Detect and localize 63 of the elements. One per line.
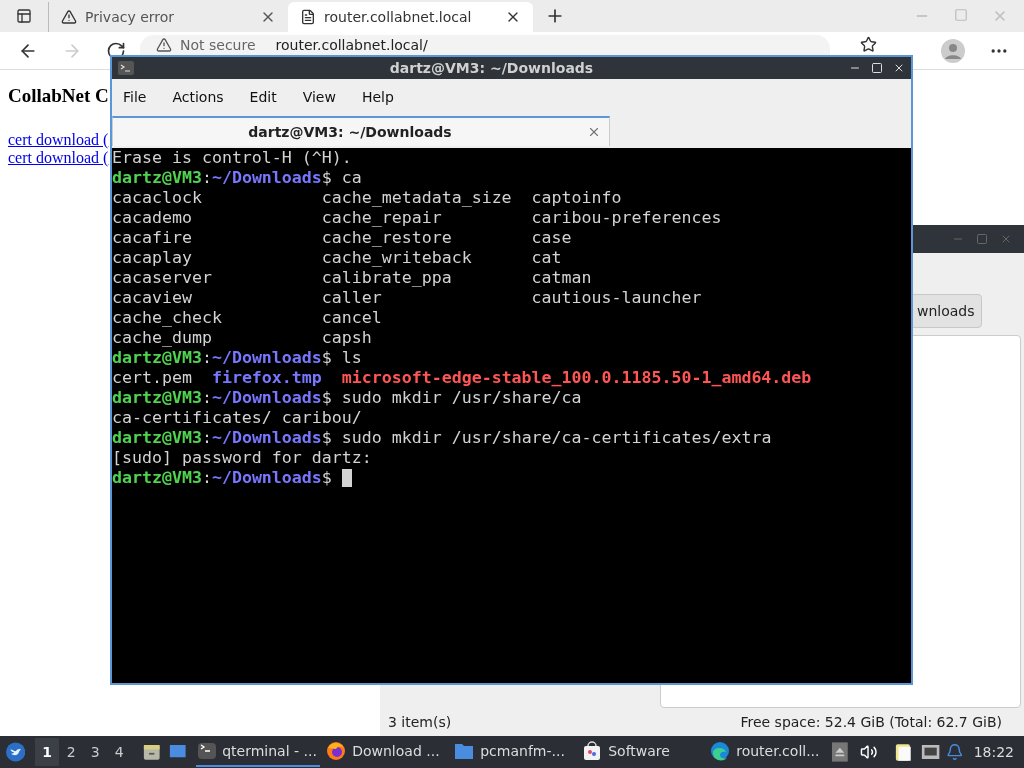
terminal-line: [sudo] password for dartz:	[112, 448, 372, 468]
task-button[interactable]: router.coll...	[708, 737, 833, 767]
terminal-line: dartz@VM3:~/Downloads$ sudo mkdir /usr/share/ca-certificates/extra	[112, 428, 772, 448]
path-button[interactable]: wnloads	[910, 294, 982, 328]
terminal-line: cacaclock cache_metadata_size captoinfo	[112, 188, 622, 208]
url-text: router.collabnet.local/	[275, 36, 428, 54]
terminal-line: cacaview caller cautious-launcher	[112, 288, 702, 308]
terminal-line: dartz@VM3:~/Downloads$ ca	[112, 168, 362, 188]
security-label: Not secure	[180, 36, 256, 54]
terminal-line: cacaplay cache_writeback cat	[112, 248, 562, 268]
terminal-line: cacafire cache_restore case	[112, 228, 572, 248]
folder-icon	[454, 742, 475, 760]
terminal-icon	[198, 743, 217, 759]
task-button[interactable]: pcmanfm-...	[452, 737, 577, 767]
warning-icon	[156, 37, 172, 53]
edge-icon	[710, 741, 731, 761]
terminal-icon	[118, 61, 134, 75]
menu-item[interactable]: Actions	[171, 87, 225, 108]
task-button[interactable]: qterminal - ...	[196, 737, 321, 767]
task-button[interactable]: Download ...	[324, 737, 449, 767]
workspace-button[interactable]: 2	[59, 738, 84, 766]
terminal-line: dartz@VM3:~/Downloads$	[112, 468, 333, 488]
menu-item[interactable]: Edit	[248, 87, 278, 108]
workspace-button[interactable]: 1	[35, 738, 60, 766]
workspace-button[interactable]: 4	[107, 738, 132, 766]
terminal-line: dartz@VM3:~/Downloads$ ls	[112, 348, 362, 368]
address-field[interactable]: Not secure router.collabnet.local/	[140, 35, 830, 55]
file-cabinet-icon[interactable]	[143, 742, 161, 762]
download-link[interactable]: cert download (	[8, 148, 109, 167]
terminal-line: Erase is control-H (^H).	[112, 148, 352, 168]
item-count: 3 item(s)	[388, 712, 452, 732]
volume-icon[interactable]	[859, 742, 878, 762]
clock: 18:22	[973, 742, 1014, 762]
profile-icon[interactable]	[941, 38, 965, 63]
tab-actions-icon[interactable]	[16, 8, 32, 24]
browser-icon	[326, 741, 347, 761]
download-link[interactable]: cert download (	[8, 130, 109, 149]
workspace-button[interactable]: 3	[83, 738, 108, 766]
terminal-line: cert.pem firefox.tmp microsoft-edge-stable_100.0.1185.50-1_amd64.deb	[112, 368, 812, 388]
close-icon[interactable]	[893, 62, 905, 74]
bird-icon[interactable]	[6, 741, 26, 763]
terminal-line: cacademo cache_repair caribou-preferences	[112, 208, 722, 228]
favorites-icon[interactable]	[860, 36, 877, 53]
terminal-tab[interactable]: dartz@VM3: ~/Downloads	[112, 116, 610, 146]
task-button[interactable]: Software	[580, 737, 705, 767]
terminal-line: cache_check cancel	[112, 308, 382, 328]
warning-icon	[61, 9, 77, 25]
terminal-line: dartz@VM3:~/Downloads$ sudo mkdir /usr/share/ca	[112, 388, 582, 408]
notification-icon[interactable]	[946, 742, 964, 762]
free-space-text: Free space: 52.4 GiB (Total: 62.7 GiB)	[740, 712, 1002, 732]
menu-item[interactable]: View	[301, 87, 337, 108]
menu-item[interactable]: File	[122, 87, 148, 108]
terminal-line: cache_dump capsh	[112, 328, 372, 348]
clipboard-icon[interactable]	[895, 741, 913, 763]
menu-item[interactable]: Help	[360, 87, 395, 108]
window-title: dartz@VM3: ~/Downloads	[388, 58, 595, 78]
bag-icon	[582, 741, 603, 761]
eject-icon[interactable]	[832, 741, 848, 763]
page-icon	[300, 9, 316, 25]
terminal-line: cacaserver calibrate_ppa catman	[112, 268, 592, 288]
page-heading: CollabNet C	[8, 84, 109, 108]
terminal-line: ca-certificates/ caribou/	[112, 408, 362, 428]
browser-tab[interactable]: router.collabnet.local	[288, 2, 533, 32]
